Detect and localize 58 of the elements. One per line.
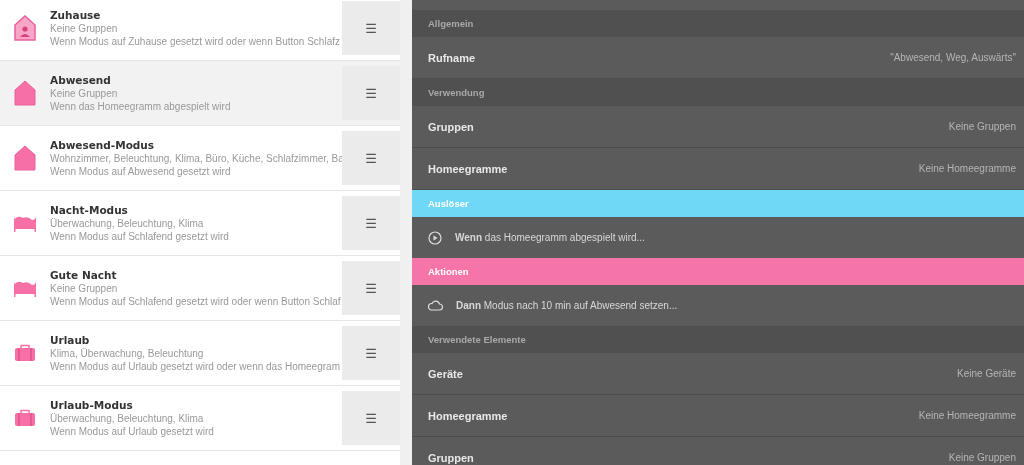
property-label: Geräte <box>428 367 463 380</box>
item-trigger: Wenn Modus auf Zuhause gesetzt wird oder wenn Button Schlafz <box>50 36 341 47</box>
menu-button[interactable]: ☰ <box>342 66 400 120</box>
property-value: Keine Homeegramme <box>918 410 1016 421</box>
section-header: Allgemein <box>412 10 1024 37</box>
scrollbar-track[interactable] <box>400 0 412 465</box>
item-trigger: Wenn Modus auf Schlafend gesetzt wird oder wenn Button Schlaf <box>50 296 342 307</box>
homeegram-list-item[interactable]: Abwesend Keine Gruppen Wenn das Homeegramm abgespielt wird ☰ <box>0 61 400 126</box>
house-icon <box>14 145 36 171</box>
property-value: Keine Homeegramme <box>918 163 1016 174</box>
rule-text[interactable]: Dann Modus nach 10 min auf Abwesend setzen... <box>456 300 678 311</box>
suitcase-icon <box>14 344 36 362</box>
item-groups: Überwachung, Beleuchtung, Klima <box>50 218 342 229</box>
bed-icon <box>13 214 37 232</box>
homeegram-list-item[interactable]: Zuhause Keine Gruppen Wenn Modus auf Zuhause gesetzt wird oder wenn Button Schlafz ☰ <box>0 0 400 61</box>
item-title: Nacht-Modus <box>50 204 129 216</box>
item-trigger: Wenn Modus auf Urlaub gesetzt wird oder wenn das Homeegram <box>50 361 341 372</box>
item-groups: Keine Gruppen <box>50 23 342 34</box>
property-label: Gruppen <box>428 120 474 133</box>
house-icon <box>14 80 36 106</box>
cloud-icon <box>428 300 443 311</box>
item-groups: Keine Gruppen <box>50 88 342 99</box>
suitcase-icon <box>14 409 36 427</box>
item-title: Abwesend <box>50 74 112 86</box>
item-trigger: Wenn das Homeegramm abgespielt wird <box>50 101 232 112</box>
play-circle-icon <box>428 230 442 245</box>
menu-button[interactable]: ☰ <box>342 131 400 185</box>
house-person-icon <box>14 15 36 41</box>
item-trigger: Wenn Modus auf Urlaub gesetzt wird <box>50 426 215 437</box>
menu-button[interactable]: ☰ <box>342 261 400 315</box>
item-title: Urlaub-Modus <box>50 399 134 411</box>
item-groups: Klima, Überwachung, Beleuchtung <box>50 348 342 359</box>
rule-text[interactable]: Wenn das Homeegramm abgespielt wird... <box>455 232 645 243</box>
section-header: Auslöser <box>412 190 1024 217</box>
property-label: Homeegramme <box>428 409 508 422</box>
item-title: Zuhause <box>50 9 102 21</box>
item-trigger: Wenn Modus auf Abwesend gesetzt wird <box>50 166 232 177</box>
section-header: Verwendete Elemente <box>412 326 1024 353</box>
item-title: Gute Nacht <box>50 269 118 281</box>
property-label: Rufname <box>428 51 476 64</box>
property-value: Keine Gruppen <box>948 121 1016 132</box>
item-title: Abwesend-Modus <box>50 139 156 151</box>
item-trigger: Wenn Modus auf Schlafend gesetzt wird <box>50 231 230 242</box>
item-groups: Keine Gruppen <box>50 283 342 294</box>
property-value: "Abwesend, Weg, Auswärts" <box>890 52 1016 63</box>
item-title: Urlaub <box>50 334 91 346</box>
menu-button[interactable]: ☰ <box>342 196 400 250</box>
menu-button[interactable]: ☰ <box>342 1 400 55</box>
item-groups: Überwachung, Beleuchtung, Klima <box>50 413 342 424</box>
property-value: Keine Gruppen <box>948 452 1016 463</box>
section-header: Aktionen <box>412 258 1024 285</box>
property-value: Keine Geräte <box>957 368 1016 379</box>
bed-icon <box>13 279 37 297</box>
menu-button[interactable]: ☰ <box>342 326 400 380</box>
section-header: Verwendung <box>412 79 1024 106</box>
menu-button[interactable]: ☰ <box>342 391 400 445</box>
property-label: Homeegramme <box>428 162 508 175</box>
property-label: Gruppen <box>428 451 474 464</box>
